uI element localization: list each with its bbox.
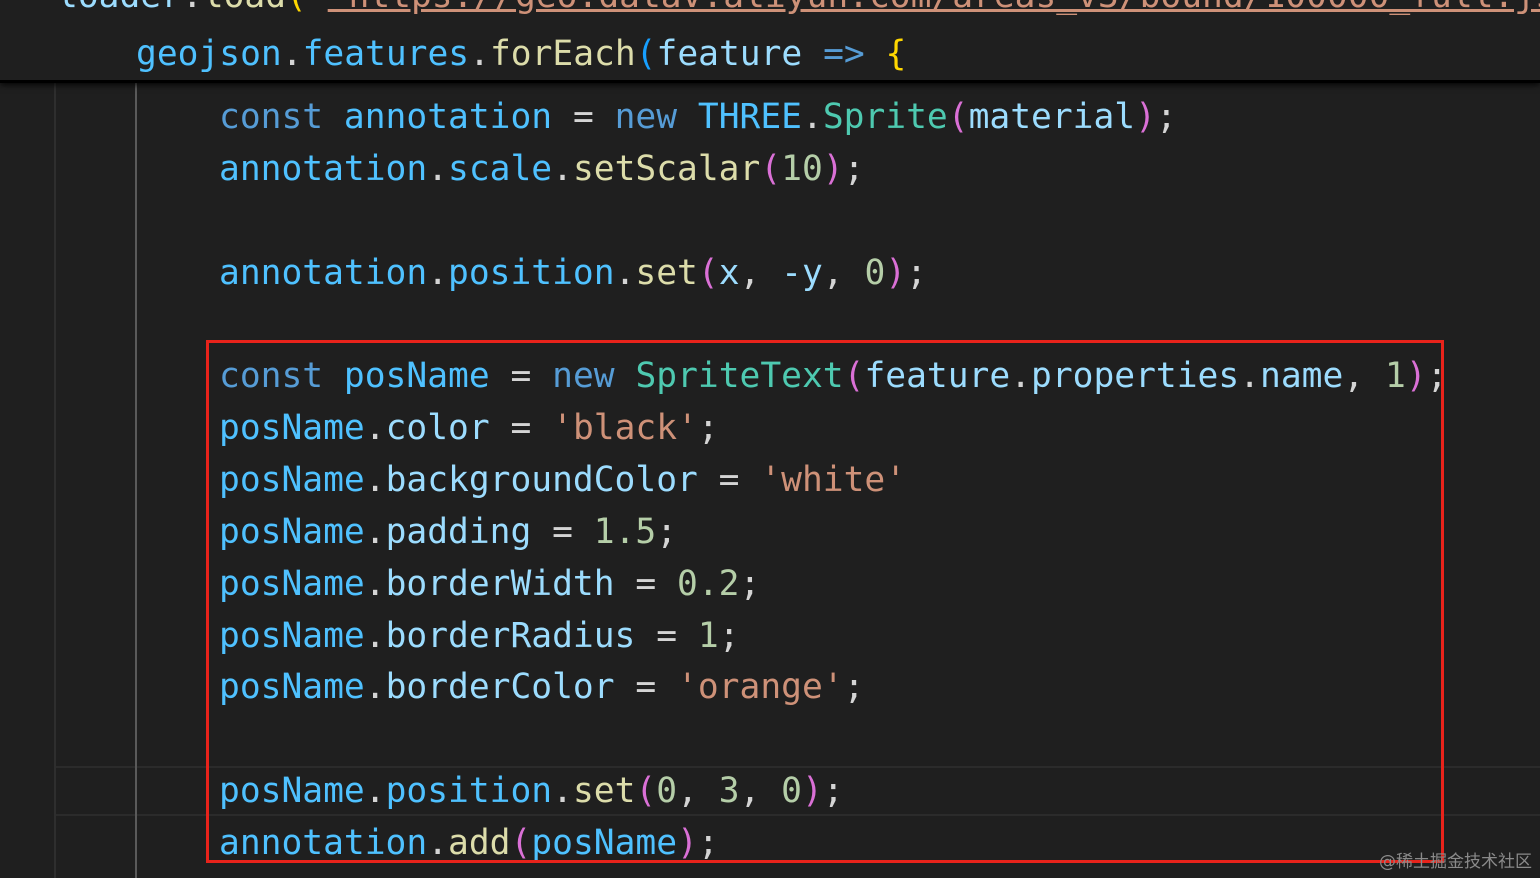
code-line[interactable]: posName.padding = 1.5;: [219, 506, 677, 558]
code-line[interactable]: const annotation = new THREE.Sprite(mate…: [219, 91, 1177, 143]
code-line[interactable]: annotation.add(posName);: [219, 817, 719, 869]
sticky-scroll-header[interactable]: loader.load( 'https://geo.datav.aliyun.c…: [0, 0, 1540, 82]
code-line[interactable]: annotation.position.set(x, -y, 0);: [219, 247, 927, 299]
indent-guide: [54, 82, 56, 878]
code-line-current[interactable]: posName.position.set(0, 3, 0);: [219, 765, 844, 817]
code-line[interactable]: posName.backgroundColor = 'white': [219, 454, 906, 506]
code-line[interactable]: posName.borderRadius = 1;: [219, 610, 740, 662]
watermark: @稀土掘金技术社区: [1379, 852, 1532, 872]
code-line-foreach[interactable]: geojson.features.forEach(feature => {: [136, 28, 906, 80]
code-line[interactable]: const posName = new SpriteText(feature.p…: [219, 350, 1447, 402]
code-editor[interactable]: loader.load( 'https://geo.datav.aliyun.c…: [0, 0, 1540, 878]
code-line-loader-load[interactable]: loader.load( 'https://geo.datav.aliyun.c…: [57, 0, 1540, 22]
code-line[interactable]: annotation.scale.setScalar(10);: [219, 143, 864, 195]
indent-guide-active: [135, 82, 137, 878]
code-line[interactable]: posName.borderWidth = 0.2;: [219, 558, 760, 610]
url-string[interactable]: 'https://geo.datav.aliyun.com/areas_v3/b…: [328, 0, 1540, 16]
sticky-scroll-divider: [0, 80, 1540, 83]
code-line[interactable]: posName.color = 'black';: [219, 402, 719, 454]
code-line[interactable]: posName.borderColor = 'orange';: [219, 661, 864, 713]
